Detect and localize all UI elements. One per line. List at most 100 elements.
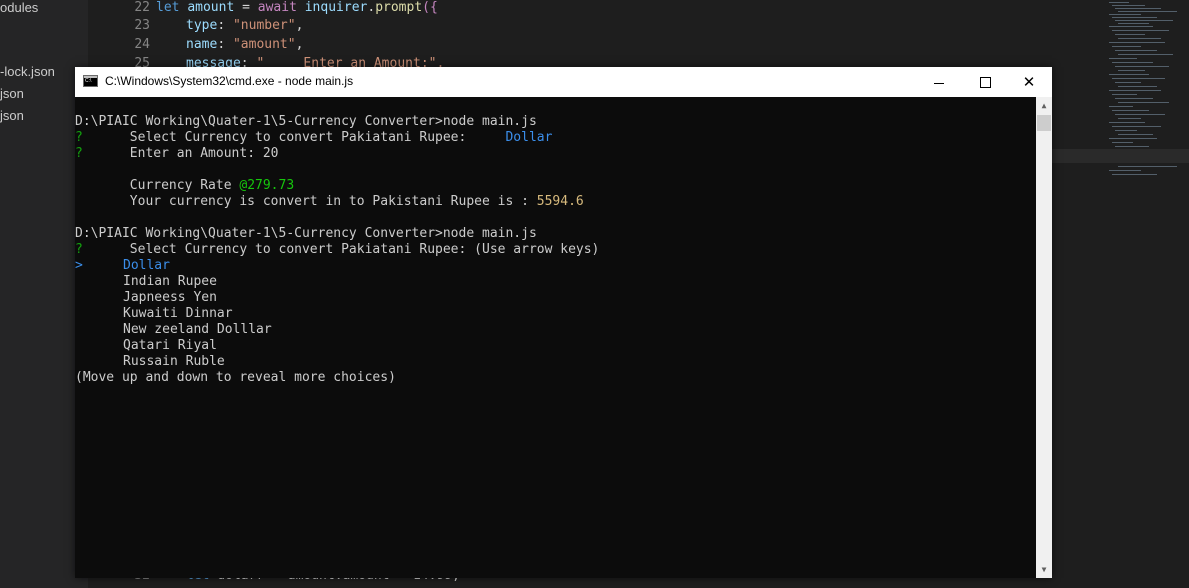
- question-text: Select Currency to convert Pakiatani Rup…: [82, 130, 506, 145]
- explorer-item-package-lock[interactable]: -lock.json: [0, 64, 55, 79]
- maximize-icon: [979, 76, 991, 88]
- minimap-line: [1112, 142, 1133, 143]
- window-title: C:\Windows\System32\cmd.exe - node main.…: [105, 74, 354, 88]
- string: "number": [232, 18, 296, 33]
- colon: :: [217, 18, 233, 33]
- console-output[interactable]: D:\PIAIC Working\Quater-1\5-Currency Con…: [75, 97, 1036, 578]
- minimap-line: [1109, 90, 1161, 91]
- key: type: [186, 18, 218, 33]
- paren: ({: [422, 0, 438, 15]
- minimap-line: [1112, 46, 1141, 47]
- rate-line: Currency Rate @279.73: [75, 178, 294, 194]
- minimap-line: [1112, 30, 1169, 31]
- minimap-line: [1115, 82, 1141, 83]
- keyword-let: let: [156, 0, 180, 15]
- editor-highlight: [1035, 149, 1189, 163]
- minimap-line: [1118, 11, 1177, 12]
- close-icon: ✕: [1022, 72, 1036, 91]
- key: name: [186, 37, 218, 52]
- title-bar[interactable]: C:\Windows\System32\cmd.exe - node main.…: [75, 67, 1052, 97]
- comma: ,: [295, 37, 304, 52]
- choice-item[interactable]: Russain Ruble: [123, 354, 225, 370]
- question-text: Enter an Amount: 20: [82, 146, 279, 161]
- choice-item[interactable]: New zeeland Dolllar: [123, 322, 272, 338]
- minimap-line: [1109, 122, 1145, 123]
- choice-item[interactable]: Japneess Yen: [123, 290, 217, 306]
- minimap-line: [1112, 78, 1165, 79]
- identifier-amount: amount: [187, 0, 235, 15]
- minimap-line: [1115, 130, 1137, 131]
- maximize-button[interactable]: [962, 67, 1008, 97]
- line-number: 22: [134, 0, 150, 15]
- result-line: Your currency is convert in to Pakistani…: [75, 194, 584, 210]
- minimap-line: [1115, 98, 1153, 99]
- code-line-23: type: "number",: [186, 18, 303, 33]
- hint-line: (Move up and down to reveal more choices…: [75, 370, 396, 385]
- line-number: 24: [134, 37, 150, 52]
- minimap-line: [1109, 170, 1141, 171]
- scroll-thumb[interactable]: [1037, 115, 1051, 131]
- explorer-item-tsconfig[interactable]: json: [0, 108, 24, 123]
- minimap-line: [1109, 106, 1133, 107]
- minimap-line: [1118, 23, 1149, 24]
- minimap-line: [1109, 74, 1149, 75]
- result-label: Your currency is convert in to Pakistani…: [75, 194, 537, 209]
- string: "amount": [232, 37, 296, 52]
- question-mark: ?: [75, 242, 83, 257]
- minimap-line: [1109, 58, 1137, 59]
- minimap-line: [1118, 54, 1173, 55]
- minimap-line: [1115, 114, 1165, 115]
- minimap-line: [1118, 166, 1177, 167]
- choice-selected[interactable]: > Dollar: [75, 258, 170, 274]
- cmd-window[interactable]: C:\Windows\System32\cmd.exe - node main.…: [75, 67, 1052, 578]
- colon: :: [217, 37, 233, 52]
- question-line: ? Enter an Amount: 20: [75, 146, 279, 162]
- minimap-line: [1112, 5, 1145, 6]
- scroll-down-icon[interactable]: ▼: [1036, 561, 1052, 578]
- comma: ,: [295, 18, 304, 33]
- minimap-line: [1109, 138, 1157, 139]
- minimap-line: [1112, 94, 1137, 95]
- scroll-up-icon[interactable]: ▲: [1036, 97, 1052, 114]
- minimap-line: [1118, 118, 1141, 119]
- minimap-line: [1115, 20, 1173, 21]
- operator: =: [234, 0, 258, 15]
- minimap-line: [1115, 34, 1145, 35]
- command-prompt-line: D:\PIAIC Working\Quater-1\5-Currency Con…: [75, 226, 537, 241]
- answer-text: Dollar: [505, 130, 553, 145]
- rate-label: Currency Rate: [75, 178, 240, 193]
- code-line-22: let amount = await inquirer.prompt({: [156, 0, 438, 15]
- minimap-line: [1115, 146, 1149, 147]
- choice-item[interactable]: Kuwaiti Dinnar: [123, 306, 233, 322]
- pointer-icon: >: [75, 258, 83, 273]
- minimap-line: [1112, 174, 1157, 175]
- explorer-item-package[interactable]: json: [0, 86, 24, 101]
- minimap-line: [1112, 126, 1161, 127]
- choice-item[interactable]: Indian Rupee: [123, 274, 217, 290]
- question-mark: ?: [75, 130, 83, 145]
- minimize-button[interactable]: [916, 67, 962, 97]
- function-prompt: prompt: [375, 0, 423, 15]
- minimap-line: [1112, 110, 1149, 111]
- minimap-line: [1109, 26, 1153, 27]
- explorer-item-node-modules[interactable]: odules: [0, 0, 38, 15]
- minimap-line: [1115, 50, 1157, 51]
- minimap-line: [1115, 66, 1169, 67]
- question-text: Select Currency to convert Pakiatani Rup…: [82, 242, 600, 257]
- vertical-scrollbar[interactable]: ▲ ▼: [1036, 97, 1052, 578]
- minimap-line: [1109, 2, 1129, 3]
- choice-item[interactable]: Qatari Riyal: [123, 338, 217, 354]
- minimap-line: [1118, 70, 1145, 71]
- identifier-inquirer: inquirer: [304, 0, 368, 15]
- question-line: ? Select Currency to convert Pakiatani R…: [75, 242, 599, 258]
- minimap[interactable]: [1105, 0, 1189, 588]
- close-button[interactable]: ✕: [1006, 67, 1052, 97]
- minimap-line: [1112, 62, 1153, 63]
- result-value: 5594.6: [536, 194, 584, 209]
- dot: .: [367, 0, 376, 15]
- minimap-line: [1118, 134, 1153, 135]
- minimap-line: [1112, 17, 1157, 18]
- cmd-app-icon[interactable]: [83, 75, 98, 87]
- rate-value: @279.73: [239, 178, 295, 193]
